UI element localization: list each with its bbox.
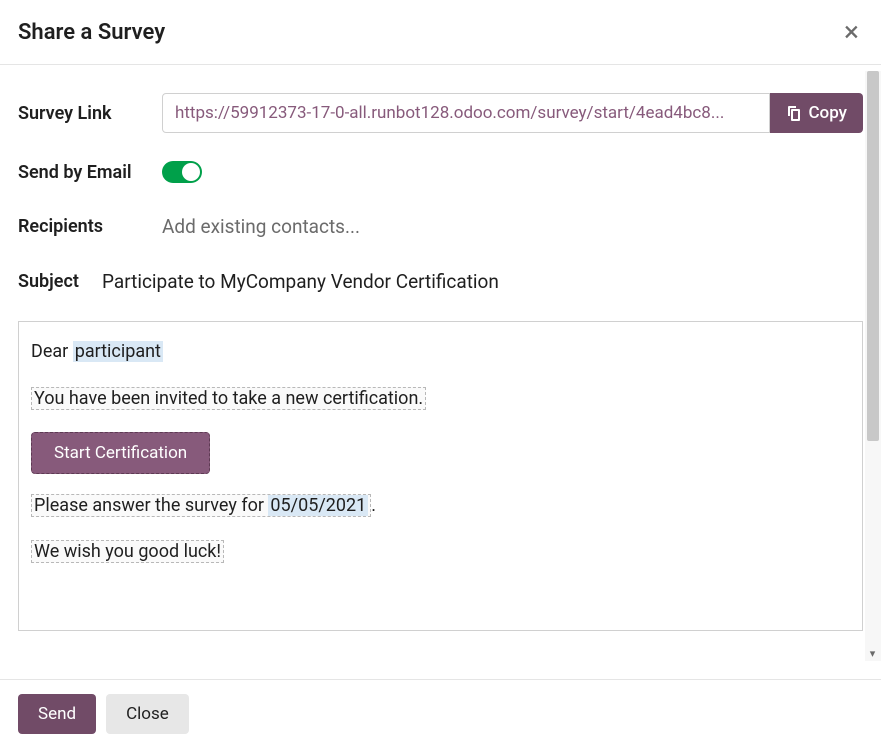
answer-line-placeholder: Please answer the survey for 05/05/2021 <box>31 494 371 517</box>
email-body-editor[interactable]: Dear participant You have been invited t… <box>18 321 863 631</box>
start-certification-button[interactable]: Start Certification <box>31 432 210 474</box>
label-survey-link: Survey Link <box>18 103 162 124</box>
greeting-token-placeholder: participant <box>73 341 163 362</box>
scroll-down-arrow-icon[interactable]: ▾ <box>867 648 878 659</box>
greeting-prefix: Dear <box>31 341 73 362</box>
email-line-invited: You have been invited to take a new cert… <box>31 385 850 414</box>
field-subject: Subject Participate to MyCompany Vendor … <box>18 270 863 293</box>
answer-date-token: 05/05/2021 <box>268 495 368 516</box>
subject-input[interactable]: Participate to MyCompany Vendor Certific… <box>102 270 499 293</box>
label-send-by-email: Send by Email <box>18 162 162 183</box>
goodluck-placeholder: We wish you good luck! <box>31 540 224 563</box>
copy-button-label: Copy <box>808 103 847 123</box>
modal-footer: Send Close <box>0 679 881 748</box>
field-survey-link: Survey Link https://59912373-17-0-all.ru… <box>18 93 863 133</box>
send-button[interactable]: Send <box>18 694 96 734</box>
survey-link-input[interactable]: https://59912373-17-0-all.runbot128.odoo… <box>162 93 770 133</box>
field-recipients: Recipients Add existing contacts... <box>18 211 863 242</box>
copy-button[interactable]: Copy <box>770 93 863 133</box>
close-icon[interactable]: × <box>840 18 863 46</box>
survey-link-group: https://59912373-17-0-all.runbot128.odoo… <box>162 93 863 133</box>
modal-title: Share a Survey <box>18 20 165 45</box>
scrollbar-thumb[interactable] <box>867 71 879 441</box>
field-send-by-email: Send by Email <box>18 161 863 183</box>
close-button[interactable]: Close <box>106 694 189 734</box>
modal-header: Share a Survey × <box>0 0 881 65</box>
answer-prefix: Please answer the survey for <box>34 495 268 516</box>
modal-body: Survey Link https://59912373-17-0-all.ru… <box>0 65 881 655</box>
recipients-input[interactable]: Add existing contacts... <box>162 211 863 242</box>
email-goodluck-line: We wish you good luck! <box>31 538 850 567</box>
invited-text-placeholder: You have been invited to take a new cert… <box>31 387 426 410</box>
answer-suffix: . <box>371 495 376 516</box>
send-by-email-control <box>162 161 863 183</box>
send-by-email-toggle[interactable] <box>162 161 202 183</box>
copy-icon <box>786 105 802 121</box>
label-recipients: Recipients <box>18 216 162 237</box>
label-subject: Subject <box>18 271 102 292</box>
email-answer-line: Please answer the survey for 05/05/2021. <box>31 492 850 521</box>
email-greeting: Dear participant <box>31 338 850 367</box>
email-start-button-row: Start Certification <box>31 432 850 474</box>
